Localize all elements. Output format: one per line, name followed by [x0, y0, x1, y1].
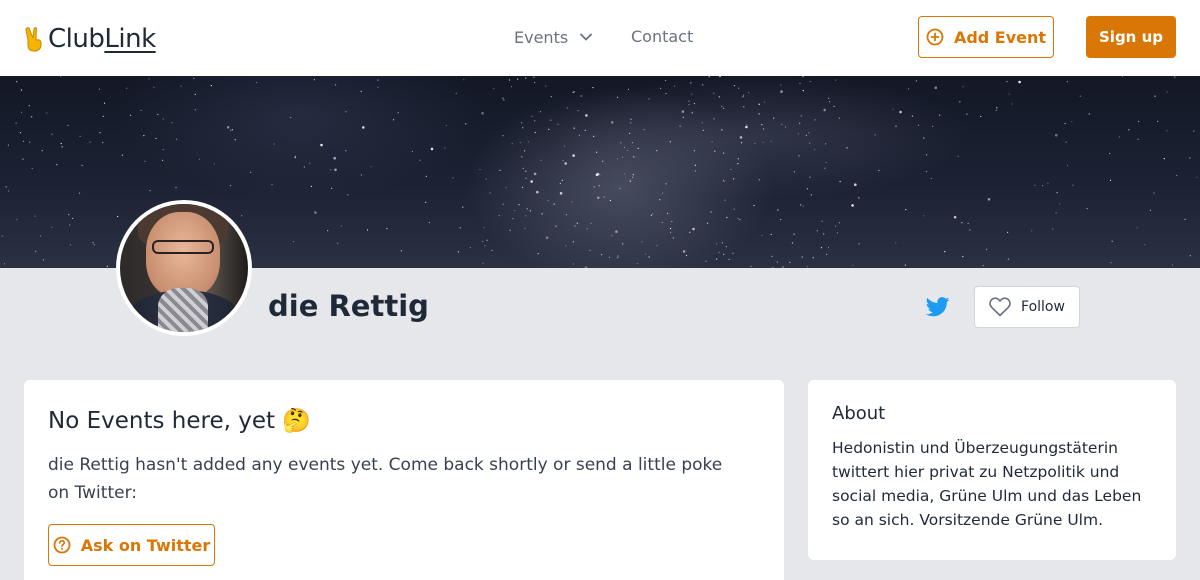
logo-text-club: Club: [48, 24, 105, 54]
follow-label: Follow: [1021, 299, 1065, 315]
about-card: About Hedonistin und Überzeugungstäterin…: [808, 380, 1176, 560]
avatar-scarf: [158, 288, 208, 332]
top-header: Club Link Events Contact Add Event Sign u…: [0, 0, 1200, 76]
clublink-logo[interactable]: Club Link: [24, 22, 156, 56]
about-title: About: [832, 403, 886, 424]
events-empty-message: die Rettig hasn't added any events yet. …: [48, 455, 723, 503]
avatar-face: [146, 212, 220, 298]
ask-on-twitter-button[interactable]: Ask on Twitter: [48, 524, 215, 566]
avatar-glasses: [152, 240, 214, 254]
twitter-profile-link[interactable]: [925, 296, 950, 318]
victory-hand-icon: [25, 27, 42, 52]
ask-on-twitter-label: Ask on Twitter: [80, 535, 211, 555]
logo-text-link: Link: [104, 24, 156, 54]
question-circle-icon: [53, 536, 71, 554]
add-event-label: Add Event: [953, 27, 1047, 47]
twitter-icon: [925, 297, 950, 317]
profile-avatar: [116, 200, 252, 336]
heart-icon: [989, 297, 1011, 317]
nav-events-label: Events: [514, 27, 569, 47]
add-event-button[interactable]: Add Event: [918, 16, 1054, 58]
sign-up-button[interactable]: Sign up: [1086, 16, 1176, 58]
events-card: No Events here, yet 🤔 die Rettig hasn't …: [24, 380, 784, 580]
avatar-photo: [120, 204, 248, 332]
about-bio: Hedonistin und Überzeugungstäterin twitt…: [832, 439, 1142, 529]
plus-circle-icon: [926, 28, 944, 46]
follow-button[interactable]: Follow: [974, 286, 1080, 328]
nav-events-dropdown[interactable]: Events: [514, 26, 593, 48]
nav-contact-link[interactable]: Contact: [631, 26, 693, 48]
profile-name: die Rettig: [268, 289, 429, 323]
chevron-down-icon: [580, 33, 593, 41]
events-empty-title: No Events here, yet 🤔: [48, 408, 311, 434]
